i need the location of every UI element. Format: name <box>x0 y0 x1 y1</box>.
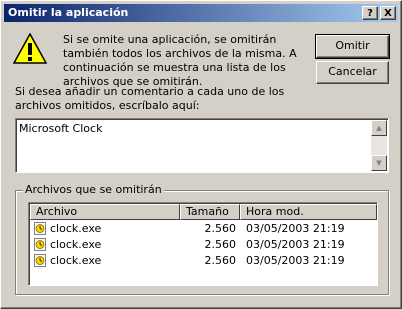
exe-file-icon <box>34 238 46 251</box>
scroll-down-icon[interactable]: ▼ <box>371 155 387 171</box>
file-name: clock.exe <box>50 254 102 267</box>
info-message: Si se omite una aplicación, se omitirán … <box>63 33 297 88</box>
exe-file-icon <box>34 254 46 267</box>
window-title: Omitir la aplicación <box>8 6 129 19</box>
list-item[interactable]: clock.exe 2.560 03/05/2003 21:19 <box>30 253 377 269</box>
column-header-modified[interactable]: Hora mod. <box>240 204 377 220</box>
file-modified: 03/05/2003 21:19 <box>246 238 345 251</box>
files-group-label: Archivos que se omitirán <box>23 183 164 196</box>
file-modified: 03/05/2003 21:19 <box>246 222 345 235</box>
warning-icon <box>13 33 47 64</box>
file-name: clock.exe <box>50 238 102 251</box>
comment-prompt: Si desea añadir un comentario a cada uno… <box>15 85 285 112</box>
column-header-file[interactable]: Archivo <box>30 204 180 220</box>
close-button[interactable]: X <box>380 6 396 20</box>
list-item[interactable]: clock.exe 2.560 03/05/2003 21:19 <box>30 221 377 237</box>
file-size: 2.560 <box>204 254 237 267</box>
files-listview[interactable]: Archivo Tamaño Hora mod. clock.exe 2.560… <box>28 202 378 286</box>
list-header: Archivo Tamaño Hora mod. <box>30 204 377 220</box>
omit-button[interactable]: Omitir <box>315 34 390 59</box>
scroll-up-icon[interactable]: ▲ <box>371 120 387 136</box>
file-name: clock.exe <box>50 222 102 235</box>
file-size: 2.560 <box>204 222 237 235</box>
file-modified: 03/05/2003 21:19 <box>246 254 345 267</box>
list-item[interactable]: clock.exe 2.560 03/05/2003 21:19 <box>30 237 377 253</box>
comment-textarea[interactable]: Microsoft Clock ▲ ▼ <box>15 118 389 173</box>
title-bar[interactable]: Omitir la aplicación ? X <box>4 4 398 22</box>
help-button[interactable]: ? <box>362 6 378 20</box>
comment-text: Microsoft Clock <box>19 122 103 135</box>
column-header-size[interactable]: Tamaño <box>180 204 240 220</box>
file-size: 2.560 <box>204 238 237 251</box>
comment-scrollbar[interactable]: ▲ ▼ <box>371 120 387 171</box>
cancel-button[interactable]: Cancelar <box>316 61 389 84</box>
exe-file-icon <box>34 222 46 235</box>
omit-application-dialog: Omitir la aplicación ? X Si se omite una… <box>0 0 402 309</box>
